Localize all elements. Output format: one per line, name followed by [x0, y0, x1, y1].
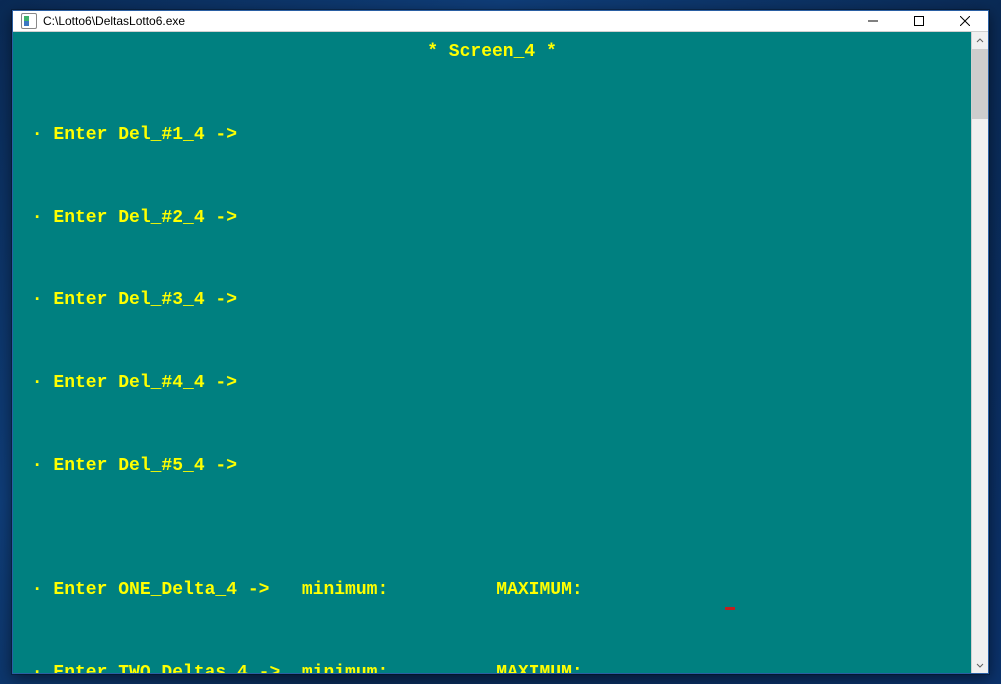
maximize-icon [914, 16, 924, 26]
app-icon [21, 13, 37, 29]
close-icon [960, 16, 970, 26]
prompt-del-1: · Enter Del_#1_4 -> [21, 125, 963, 146]
scroll-thumb[interactable] [972, 49, 988, 119]
screen-header: * Screen_4 * [21, 42, 963, 63]
window-controls [850, 11, 988, 31]
prompt-two-deltas: · Enter TWO_Deltas_4 -> minimum: MAXIMUM… [21, 663, 963, 673]
maximize-button[interactable] [896, 11, 942, 31]
scroll-up-button[interactable] [972, 32, 988, 49]
console-output[interactable]: * Screen_4 * · Enter Del_#1_4 -> · Enter… [13, 32, 971, 673]
prompt-del-2: · Enter Del_#2_4 -> [21, 208, 963, 229]
app-window: C:\Lotto6\DeltasLotto6.exe * Screen_4 * … [12, 10, 989, 674]
prompt-del-3: · Enter Del_#3_4 -> [21, 290, 963, 311]
close-button[interactable] [942, 11, 988, 31]
titlebar[interactable]: C:\Lotto6\DeltasLotto6.exe [13, 11, 988, 32]
prompt-del-5: · Enter Del_#5_4 -> [21, 456, 963, 477]
vertical-scrollbar[interactable] [971, 32, 988, 673]
minimize-button[interactable] [850, 11, 896, 31]
prompt-one-delta: · Enter ONE_Delta_4 -> minimum: MAXIMUM: [21, 580, 963, 601]
minimize-icon [868, 16, 878, 26]
prompt-del-4: · Enter Del_#4_4 -> [21, 373, 963, 394]
text-cursor [725, 607, 735, 610]
chevron-up-icon [976, 37, 984, 45]
window-title: C:\Lotto6\DeltasLotto6.exe [43, 14, 185, 28]
chevron-down-icon [976, 661, 984, 669]
client-area: * Screen_4 * · Enter Del_#1_4 -> · Enter… [13, 32, 988, 673]
scroll-down-button[interactable] [972, 656, 988, 673]
